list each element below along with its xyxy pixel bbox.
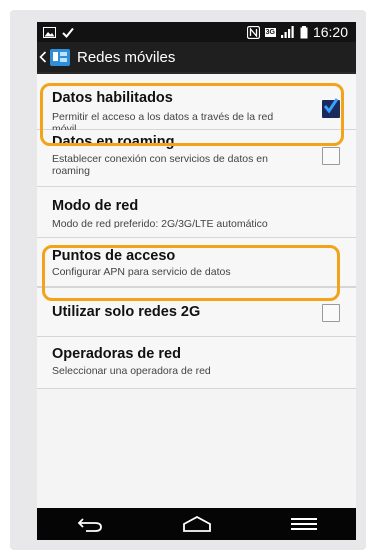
status-left-icons bbox=[43, 24, 74, 40]
status-right-icons: 3G 16:20 bbox=[246, 23, 348, 41]
setting-subtitle: Modo de red preferido: 2G/3G/LTE automát… bbox=[52, 218, 268, 228]
back-icon[interactable] bbox=[76, 516, 104, 532]
setting-title: Utilizar solo redes 2G bbox=[52, 304, 201, 320]
back-chevron-icon[interactable] bbox=[39, 51, 47, 63]
setting-modo-de-red[interactable]: Modo de red Modo de red preferido: 2G/3G… bbox=[37, 187, 356, 238]
setting-subtitle: Establecer conexión con servicios de dat… bbox=[52, 153, 268, 177]
menu-icon[interactable] bbox=[290, 517, 317, 531]
battery-icon bbox=[300, 25, 308, 38]
setting-title: Operadoras de red bbox=[52, 346, 181, 362]
navigation-bar bbox=[37, 508, 356, 540]
network-type-badge: 3G bbox=[264, 27, 276, 37]
home-icon[interactable] bbox=[182, 516, 212, 532]
status-time: 16:20 bbox=[312, 24, 348, 40]
phone-screen: 3G 16:20 Redes móviles Datos habilitados… bbox=[37, 22, 356, 540]
settings-app-icon[interactable] bbox=[49, 46, 71, 68]
signal-strength-icon bbox=[280, 26, 294, 38]
check-notification-icon bbox=[62, 27, 74, 38]
setting-subtitle: Seleccionar una operadora de red bbox=[52, 365, 211, 377]
setting-operadoras-de-red[interactable]: Operadoras de red Seleccionar una operad… bbox=[37, 337, 356, 389]
highlight-puntos-de-acceso bbox=[42, 245, 340, 301]
nfc-icon bbox=[246, 25, 260, 39]
highlight-datos-habilitados bbox=[40, 83, 344, 146]
page-title: Redes móviles bbox=[77, 48, 176, 66]
datos-en-roaming-checkbox[interactable] bbox=[322, 147, 340, 165]
action-bar: Redes móviles bbox=[37, 42, 356, 74]
utilizar-solo-redes-2g-checkbox[interactable] bbox=[322, 304, 340, 322]
network-type-label: 3G bbox=[265, 28, 275, 36]
image-notification-icon bbox=[43, 26, 56, 38]
setting-title: Modo de red bbox=[52, 198, 139, 214]
status-bar: 3G 16:20 bbox=[37, 22, 356, 42]
